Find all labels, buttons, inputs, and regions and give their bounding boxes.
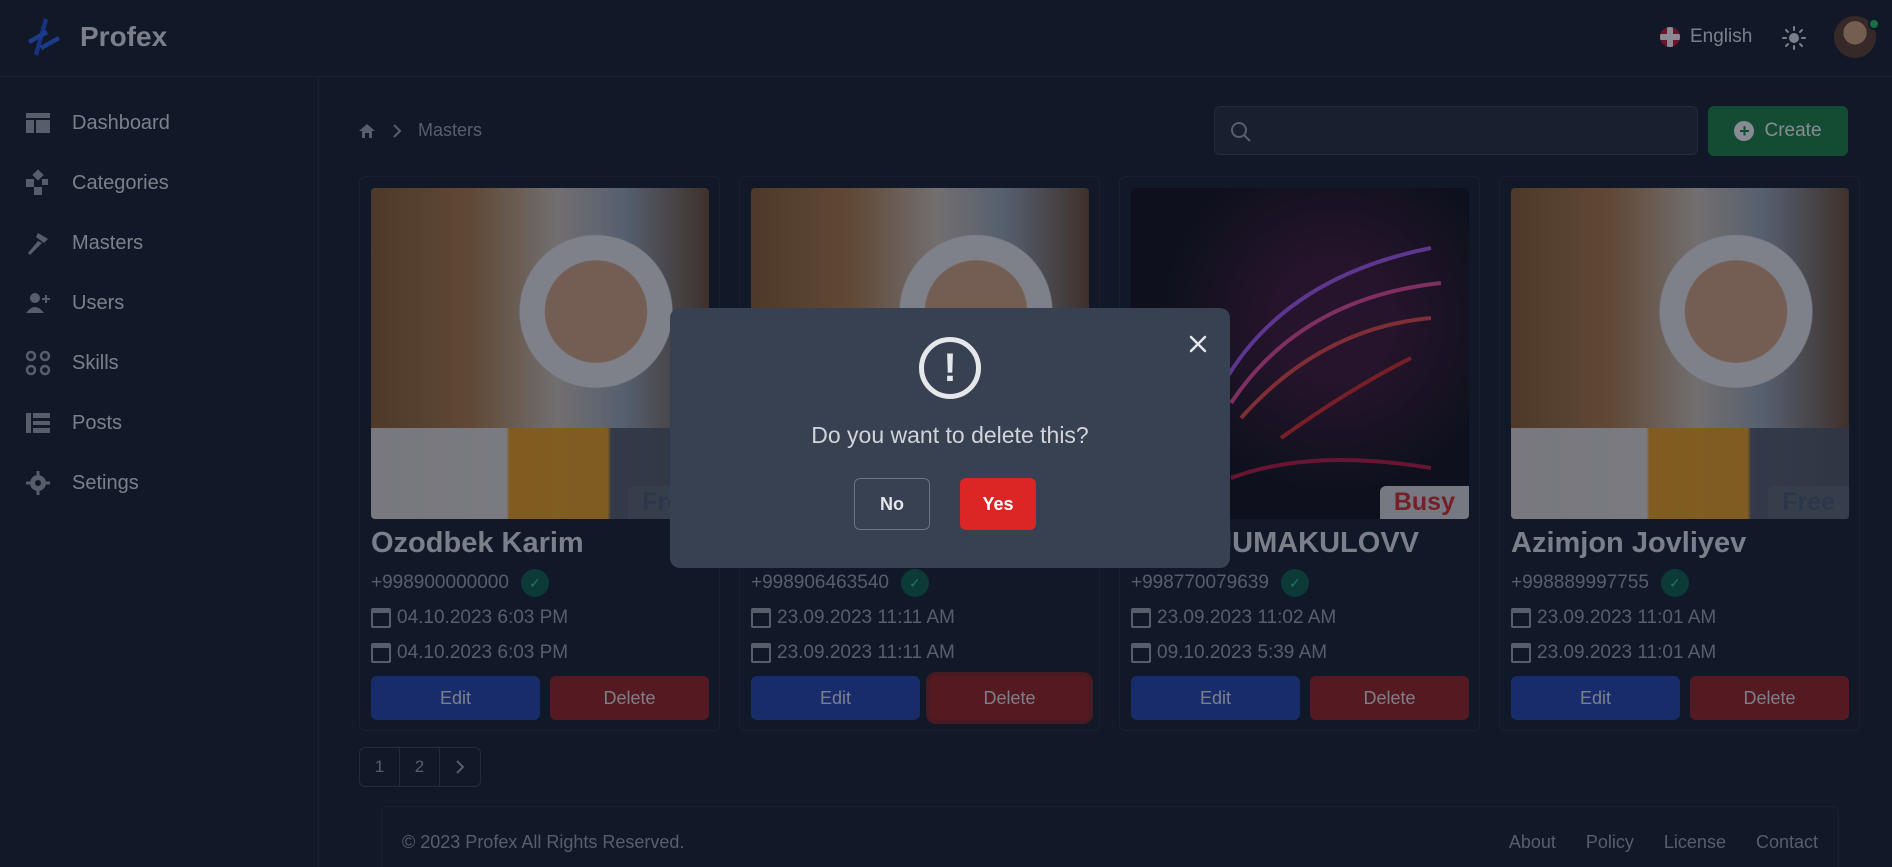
no-button[interactable]: No — [854, 478, 930, 530]
modal-message: Do you want to delete this? — [811, 422, 1089, 448]
warning-icon: ! — [919, 337, 981, 399]
delete-confirm-modal: ! Do you want to delete this? No Yes — [670, 308, 1230, 568]
close-icon[interactable] — [1186, 332, 1210, 356]
yes-button[interactable]: Yes — [960, 478, 1036, 530]
